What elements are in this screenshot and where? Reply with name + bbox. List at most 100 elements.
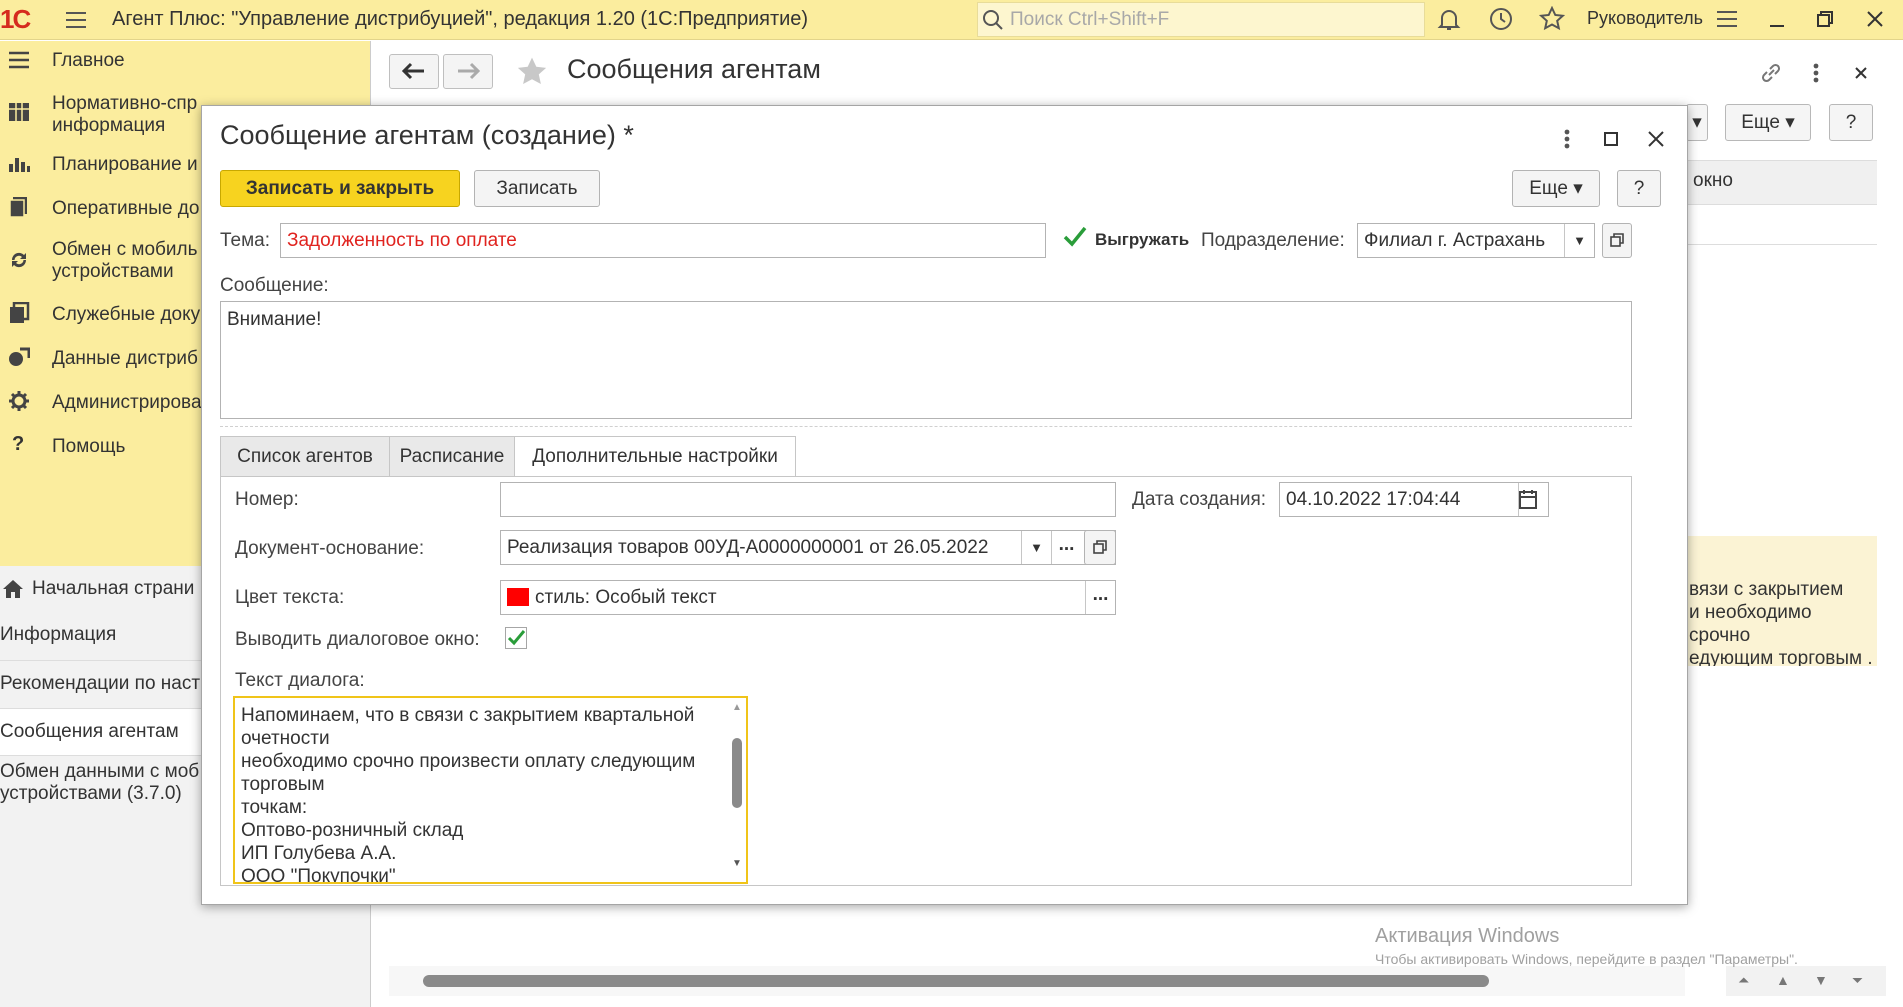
show-dialog-checkbox[interactable]	[505, 627, 527, 649]
number-input[interactable]	[500, 482, 1116, 517]
color-select-button[interactable]: ...	[1085, 581, 1115, 614]
section-label: Нормативно-спр информация	[52, 93, 198, 136]
back-button[interactable]	[389, 54, 439, 89]
documents-icon	[8, 196, 30, 218]
close-window-icon[interactable]	[1862, 6, 1888, 32]
list-navigation-buttons: ⏶ ▲ ▼ ⏷	[1726, 966, 1886, 996]
minimize-icon[interactable]	[1764, 6, 1790, 32]
sync-icon	[8, 249, 30, 271]
basis-dropdown-button[interactable]: ▼	[1021, 531, 1051, 564]
message-create-dialog: Сообщение агентам (создание) * Записать …	[201, 105, 1688, 905]
scroll-up-arrow-icon[interactable]: ▲	[732, 702, 742, 713]
scrollbar-thumb[interactable]	[732, 738, 742, 808]
link-icon[interactable]	[1758, 60, 1784, 86]
nav-label: Информация	[0, 624, 117, 645]
notifications-bell-icon[interactable]	[1436, 6, 1462, 32]
history-icon[interactable]	[1488, 6, 1514, 32]
more-label: Еще	[1741, 112, 1780, 133]
list-cell-text: вязи с закрытием и необходимо срочно еду…	[1689, 579, 1873, 666]
section-main[interactable]: Главное	[0, 47, 370, 87]
main-help-button[interactable]: ?	[1829, 104, 1873, 141]
nav-label: Обмен данными с моб устройствами (3.7.0)	[0, 761, 200, 804]
basis-document-label: Документ-основание:	[235, 538, 425, 559]
textarea-scrollbar[interactable]: ▲ ▼	[730, 702, 744, 878]
copy-icon	[8, 302, 30, 324]
unload-checkbox[interactable]	[1062, 224, 1088, 250]
tab-additional-settings[interactable]: Дополнительные настройки	[514, 436, 796, 477]
menu-icon	[8, 49, 30, 71]
gear-icon	[8, 390, 30, 412]
activation-title: Активация Windows	[1375, 925, 1560, 947]
table-row-selected[interactable]: вязи с закрытием и необходимо срочно еду…	[1687, 536, 1877, 666]
dropdown-button[interactable]: ▾	[1686, 104, 1708, 141]
text-color-select[interactable]: стиль: Особый текст	[500, 580, 1116, 615]
list-header: окно	[1687, 160, 1877, 205]
activation-hint: Чтобы активировать Windows, перейдите в …	[1375, 951, 1798, 967]
scroll-down-arrow-icon[interactable]: ▼	[732, 858, 742, 869]
created-date-input[interactable]: 04.10.2022 17:04:44	[1279, 482, 1549, 517]
forward-button[interactable]	[443, 54, 493, 89]
dialog-more-icon[interactable]	[1559, 126, 1575, 152]
restore-icon[interactable]	[1812, 6, 1838, 32]
section-label: Планирование и	[52, 154, 198, 175]
app-title: Агент Плюс: "Управление дистрибуцией", р…	[112, 8, 809, 30]
created-date-label: Дата создания:	[1132, 489, 1267, 510]
basis-open-button[interactable]	[1084, 530, 1116, 565]
message-label: Сообщение:	[220, 275, 329, 296]
dialog-more-button[interactable]: Еще ▾	[1512, 170, 1600, 207]
section-label: Помощь	[52, 436, 126, 457]
settings-menu-icon[interactable]	[1714, 6, 1740, 32]
save-and-close-button[interactable]: Записать и закрыть	[220, 170, 460, 207]
division-select[interactable]: Филиал г. Астрахань	[1357, 223, 1595, 258]
scroll-up-icon[interactable]: ▲	[1776, 972, 1790, 988]
divider	[220, 426, 1632, 427]
scrollbar-thumb[interactable]	[423, 975, 1489, 987]
help-icon: ?	[12, 433, 25, 455]
show-dialog-label: Выводить диалоговое окно:	[235, 629, 480, 650]
dialog-text-value: Напоминаем, что в связи с закрытием квар…	[241, 705, 696, 884]
favorites-star-icon[interactable]	[1539, 6, 1565, 32]
nav-label: Начальная страни	[32, 578, 195, 599]
home-icon	[2, 578, 24, 600]
calendar-icon[interactable]	[1518, 483, 1548, 516]
horizontal-scrollbar[interactable]	[389, 966, 1685, 996]
close-form-icon[interactable]	[1848, 60, 1874, 86]
section-label: Служебные доку	[52, 304, 201, 325]
message-textarea[interactable]: Внимание!	[220, 301, 1632, 419]
grid-icon	[8, 101, 30, 123]
main-more-button[interactable]: Еще ▾	[1725, 104, 1811, 141]
title-bar: 1С Агент Плюс: "Управление дистрибуцией"…	[0, 0, 1903, 40]
topic-input[interactable]: Задолженность по оплате	[280, 223, 1046, 258]
scroll-down-icon[interactable]: ▼	[1814, 972, 1828, 988]
dialog-title: Сообщение агентам (создание) *	[220, 120, 634, 150]
dialog-close-icon[interactable]	[1643, 126, 1669, 152]
more-actions-icon[interactable]	[1808, 60, 1824, 86]
section-label: Обмен с мобиль устройствами	[52, 239, 198, 282]
page-title: Сообщения агентам	[567, 54, 821, 84]
current-user[interactable]: Руководитель	[1587, 8, 1703, 29]
favorite-star-icon[interactable]	[514, 55, 550, 89]
main-menu-icon[interactable]	[64, 8, 88, 32]
division-dropdown-button[interactable]: ▼	[1564, 224, 1594, 257]
number-label: Номер:	[235, 489, 299, 510]
dialog-text-textarea[interactable]: Напоминаем, что в связи с закрытием квар…	[233, 696, 748, 884]
nav-label: Сообщения агентам	[0, 721, 179, 742]
save-button[interactable]: Записать	[474, 170, 600, 207]
tab-schedule[interactable]: Расписание	[389, 436, 515, 477]
division-label: Подразделение:	[1201, 230, 1345, 251]
nav-label: Рекомендации по наст	[0, 673, 201, 694]
unload-label: Выгружать	[1095, 230, 1190, 249]
messages-list: окно вязи с закрытием и необходимо срочн…	[1687, 160, 1877, 666]
global-search-input[interactable]: Поиск Ctrl+Shift+F	[977, 2, 1425, 37]
go-last-icon[interactable]: ⏷	[1852, 972, 1863, 989]
section-label: Администрирова	[52, 392, 202, 413]
dialog-help-button[interactable]: ?	[1617, 170, 1661, 207]
go-first-icon[interactable]: ⏶	[1738, 972, 1749, 989]
tab-agents-list[interactable]: Список агентов	[220, 436, 390, 477]
table-row[interactable]	[1687, 205, 1877, 245]
division-open-button[interactable]	[1602, 223, 1632, 258]
section-label: Данные дистриб	[52, 348, 198, 369]
basis-select-button[interactable]: ...	[1051, 531, 1081, 564]
maximize-icon[interactable]	[1598, 126, 1624, 152]
search-icon	[982, 9, 1004, 31]
